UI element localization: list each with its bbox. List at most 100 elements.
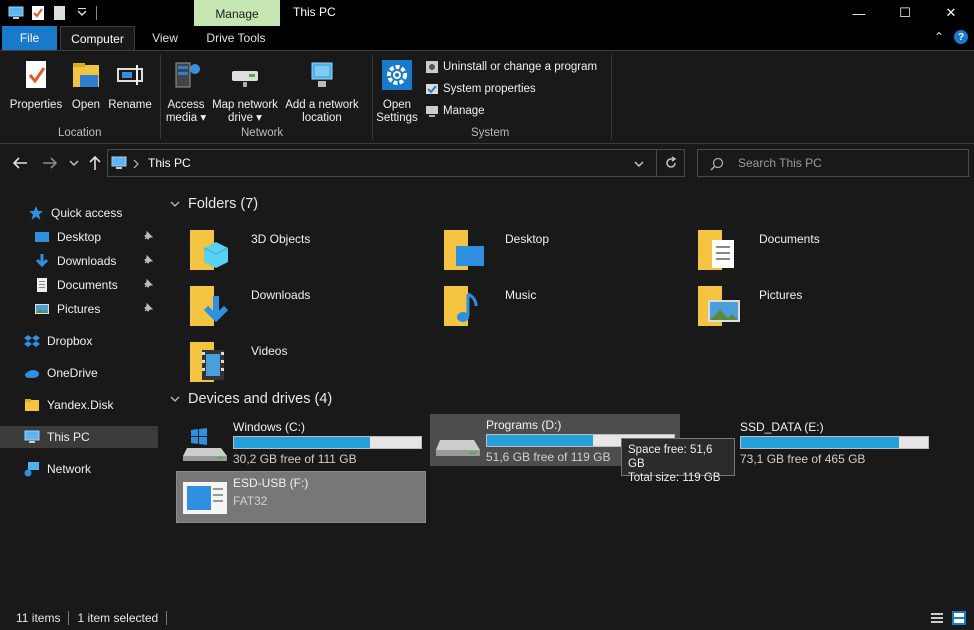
drive-item-f[interactable]: ESD-USB (F:) FAT32 xyxy=(176,471,426,523)
tab-drive-tools[interactable]: Drive Tools xyxy=(196,26,276,50)
sidebar-item-label: OneDrive xyxy=(47,366,98,380)
sidebar-item-downloads[interactable]: Downloads xyxy=(0,250,158,272)
sidebar-item-quick-access[interactable]: Quick access xyxy=(0,202,158,224)
refresh-icon[interactable] xyxy=(664,156,678,170)
pin-icon[interactable] xyxy=(142,254,154,266)
map-network-drive-label-1: Map network xyxy=(212,99,278,111)
drive-name: Programs (D:) xyxy=(486,418,562,432)
sidebar-item-dropbox[interactable]: Dropbox xyxy=(0,330,158,352)
chevron-down-icon xyxy=(170,201,180,207)
folder-label: Videos xyxy=(251,344,288,358)
open-button[interactable]: Open xyxy=(66,59,106,112)
properties-icon xyxy=(26,61,46,88)
folder-item-videos[interactable]: Videos xyxy=(184,338,424,388)
drive-free-space: 51,6 GB free of 119 GB xyxy=(486,450,611,464)
search-input[interactable]: Search This PC xyxy=(738,156,822,170)
system-properties-button[interactable]: System properties xyxy=(425,81,536,97)
map-network-drive-button[interactable]: Map network drive ▾ xyxy=(209,59,281,125)
qa-separator xyxy=(96,6,97,20)
open-settings-label-1: Open xyxy=(382,99,412,111)
folder-item-desktop[interactable]: Desktop xyxy=(438,226,678,276)
documents-folder-icon xyxy=(698,230,734,270)
sidebar-item-this-pc[interactable]: This PC xyxy=(0,426,158,448)
folder-item-3d-objects[interactable]: 3D Objects xyxy=(184,226,424,276)
large-icons-view-icon[interactable] xyxy=(952,611,966,625)
add-network-location-label-1: Add a network xyxy=(285,99,359,111)
help-icon[interactable]: ? xyxy=(954,30,968,44)
desktop-icon xyxy=(35,232,49,242)
usb-installer-icon xyxy=(183,482,227,514)
folder-label: 3D Objects xyxy=(251,232,311,246)
item-count: 11 items xyxy=(16,611,61,625)
folder-item-pictures[interactable]: Pictures xyxy=(692,282,932,332)
settings-gear-icon xyxy=(382,60,412,90)
documents-icon xyxy=(37,278,47,292)
address-path[interactable]: This PC xyxy=(148,156,191,170)
manage-button[interactable]: Manage xyxy=(425,103,485,119)
drive-name: ESD-USB (F:) xyxy=(233,476,309,490)
this-pc-icon xyxy=(111,156,127,169)
ribbon-tab-bar: File Computer View Drive Tools ⌃ ? xyxy=(0,26,974,50)
back-arrow-icon[interactable] xyxy=(12,156,28,170)
network-icon xyxy=(24,462,39,477)
new-folder-icon[interactable] xyxy=(52,5,68,21)
pin-icon[interactable] xyxy=(142,230,154,242)
maximize-button[interactable]: ☐ xyxy=(882,0,928,26)
sidebar-item-pictures[interactable]: Pictures xyxy=(0,298,158,320)
group-label-location: Location xyxy=(58,127,102,139)
up-arrow-icon[interactable] xyxy=(88,155,102,171)
tab-file[interactable]: File xyxy=(2,26,57,50)
breadcrumb-chevron-icon[interactable] xyxy=(133,159,139,169)
rename-button[interactable]: Rename xyxy=(107,59,153,112)
rename-label: Rename xyxy=(108,99,152,111)
access-media-label-2: media ▾ xyxy=(165,112,207,124)
drive-item-c[interactable]: Windows (C:) 30,2 GB free of 111 GB xyxy=(177,416,427,468)
drive-usage-fill xyxy=(741,437,899,448)
download-arrow-icon xyxy=(35,254,49,268)
details-view-icon[interactable] xyxy=(930,611,944,625)
open-settings-button[interactable]: Open Settings xyxy=(375,59,419,125)
folder-label: Music xyxy=(505,288,537,302)
sidebar-item-documents[interactable]: Documents xyxy=(0,274,158,296)
sidebar-item-yandex-disk[interactable]: Yandex.Disk xyxy=(0,394,158,416)
properties-button[interactable]: Properties xyxy=(6,59,66,112)
access-media-button[interactable]: Access media ▾ xyxy=(164,59,208,125)
forward-arrow-icon[interactable] xyxy=(42,156,58,170)
collapse-ribbon-button[interactable]: ⌃ xyxy=(934,30,944,44)
tab-view[interactable]: View xyxy=(142,26,188,50)
customize-toolbar-chevron-icon[interactable] xyxy=(74,5,90,21)
drives-section-header[interactable]: Devices and drives (4) xyxy=(170,391,332,407)
group-separator xyxy=(372,55,373,139)
tab-manage-contextual[interactable]: Manage xyxy=(194,0,280,28)
uninstall-program-button[interactable]: Uninstall or change a program xyxy=(425,59,597,75)
sidebar-item-desktop[interactable]: Desktop xyxy=(0,226,158,248)
title-bar: Manage This PC — ☐ ✕ xyxy=(0,0,974,28)
recent-locations-chevron-icon[interactable] xyxy=(69,159,79,167)
sidebar-item-onedrive[interactable]: OneDrive xyxy=(0,362,158,384)
drive-name: Windows (C:) xyxy=(233,420,306,434)
folder-item-documents[interactable]: Documents xyxy=(692,226,932,276)
pin-icon[interactable] xyxy=(142,278,154,290)
add-network-location-button[interactable]: Add a network location xyxy=(283,59,361,125)
content-pane: Folders (7) 3D Objects Desktop Documents… xyxy=(166,182,974,606)
close-button[interactable]: ✕ xyxy=(928,0,974,26)
sidebar-item-label: Documents xyxy=(57,278,118,292)
open-settings-label-2: Settings xyxy=(376,112,418,124)
drive-free-space: 30,2 GB free of 111 GB xyxy=(233,452,357,466)
search-box[interactable]: Search This PC xyxy=(697,149,969,177)
sidebar-item-network[interactable]: Network xyxy=(0,458,158,480)
minimize-button[interactable]: — xyxy=(836,0,882,26)
navigation-pane: Quick access Desktop Downloads Documents… xyxy=(0,182,166,606)
this-pc-icon[interactable] xyxy=(8,5,24,21)
folder-item-downloads[interactable]: Downloads xyxy=(184,282,424,332)
tab-computer[interactable]: Computer xyxy=(60,26,135,50)
address-history-chevron-icon[interactable] xyxy=(634,160,644,168)
system-properties-icon xyxy=(426,84,438,94)
folder-item-music[interactable]: Music xyxy=(438,282,678,332)
pin-icon[interactable] xyxy=(142,302,154,314)
tooltip-space-free: Space free: 51,6 GB xyxy=(628,444,713,470)
properties-checkmark-icon[interactable] xyxy=(30,5,46,21)
address-bar[interactable]: This PC xyxy=(107,149,685,177)
3d-objects-folder-icon xyxy=(190,230,229,270)
folders-section-header[interactable]: Folders (7) xyxy=(170,196,258,212)
